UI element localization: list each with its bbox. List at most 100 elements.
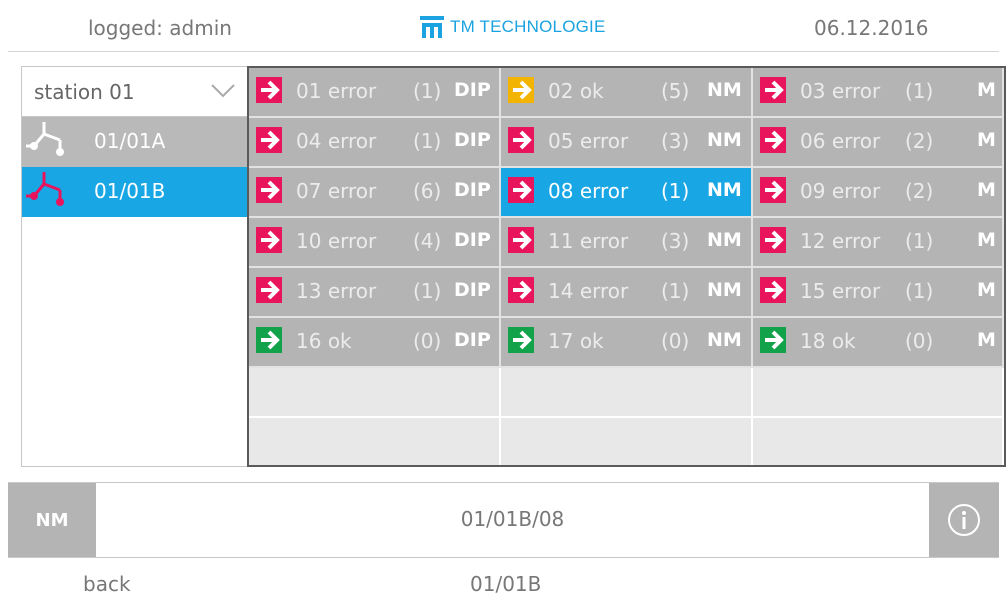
channel-count: (3) <box>661 129 690 153</box>
arrow-right-icon <box>508 127 534 153</box>
station-panel: station 01 01/01A 01/01B <box>21 66 247 467</box>
header-user: logged: admin <box>88 16 232 40</box>
brand-name: TM TECHNOLOGIE <box>450 17 606 36</box>
channel-label: 09 error <box>800 179 881 203</box>
channel-cell-09[interactable]: 09 error (2) M <box>753 168 1004 218</box>
arrow-right-icon <box>760 277 786 303</box>
channel-label: 16 ok <box>296 329 352 353</box>
channel-type: M <box>977 179 996 201</box>
channel-type: M <box>977 79 996 101</box>
channel-label: 07 error <box>296 179 377 203</box>
info-icon <box>948 504 980 536</box>
channel-cell-04[interactable]: 04 error (1) DIP <box>249 118 501 168</box>
channel-label: 13 error <box>296 279 377 303</box>
station-select[interactable]: station 01 <box>22 67 247 117</box>
channel-count: (0) <box>905 329 934 353</box>
channel-label: 04 error <box>296 129 377 153</box>
channel-cell-12[interactable]: 12 error (1) M <box>753 218 1004 268</box>
empty-cell <box>249 418 501 465</box>
channel-type: DIP <box>454 179 491 201</box>
brand-logo: TM TECHNOLOGIE <box>420 12 606 42</box>
channel-type: DIP <box>454 79 491 101</box>
channel-cell-18[interactable]: 18 ok (0) M <box>753 318 1004 368</box>
tm-logo-icon <box>420 16 444 38</box>
arrow-right-icon <box>256 177 282 203</box>
channel-count: (1) <box>905 79 934 103</box>
channel-type: NM <box>707 179 742 201</box>
channel-cell-06[interactable]: 06 error (2) M <box>753 118 1004 168</box>
empty-cell <box>249 368 501 418</box>
channel-count: (0) <box>661 329 690 353</box>
channel-cell-03[interactable]: 03 error (1) M <box>753 68 1004 118</box>
channel-grid: 01 error (1) DIP 02 ok (5) NM 03 error (1) M 04 e… <box>247 66 1006 467</box>
arrow-right-icon <box>508 277 534 303</box>
channel-label: 18 ok <box>800 329 856 353</box>
arrow-right-icon <box>760 77 786 103</box>
arrow-right-icon <box>256 77 282 103</box>
channel-cell-05[interactable]: 05 error (3) NM <box>501 118 753 168</box>
arrow-right-icon <box>760 127 786 153</box>
empty-cell <box>501 368 753 418</box>
channel-cell-07[interactable]: 07 error (6) DIP <box>249 168 501 218</box>
channel-cell-16[interactable]: 16 ok (0) DIP <box>249 318 501 368</box>
channel-count: (1) <box>661 179 690 203</box>
channel-cell-11[interactable]: 11 error (3) NM <box>501 218 753 268</box>
info-button[interactable] <box>929 483 999 557</box>
channel-type: DIP <box>454 279 491 301</box>
channel-label: 06 error <box>800 129 881 153</box>
arrow-right-icon <box>256 277 282 303</box>
detail-path: 01/01B/08 <box>460 507 565 531</box>
branch-icon <box>26 122 64 156</box>
channel-cell-02[interactable]: 02 ok (5) NM <box>501 68 753 118</box>
chevron-down-icon <box>211 84 235 98</box>
channel-label: 15 error <box>800 279 881 303</box>
arrow-right-icon <box>256 127 282 153</box>
channel-count: (1) <box>905 229 934 253</box>
channel-label: 05 error <box>548 129 629 153</box>
arrow-right-icon <box>508 227 534 253</box>
channel-cell-17[interactable]: 17 ok (0) NM <box>501 318 753 368</box>
arrow-right-icon <box>760 327 786 353</box>
detail-type-badge: NM <box>8 483 96 557</box>
channel-label: 10 error <box>296 229 377 253</box>
channel-count: (2) <box>905 179 934 203</box>
channel-cell-08[interactable]: 08 error (1) NM <box>501 168 753 218</box>
channel-type: NM <box>707 329 742 351</box>
channel-label: 12 error <box>800 229 881 253</box>
channel-type: NM <box>707 279 742 301</box>
arrow-right-icon <box>760 177 786 203</box>
channel-count: (5) <box>661 79 690 103</box>
detail-bar: NM 01/01B/08 <box>8 482 999 558</box>
channel-count: (0) <box>413 329 442 353</box>
channel-label: 02 ok <box>548 79 604 103</box>
channel-count: (1) <box>905 279 934 303</box>
channel-label: 17 ok <box>548 329 604 353</box>
channel-count: (1) <box>413 79 442 103</box>
branch-item-01-01b[interactable]: 01/01B <box>22 167 247 217</box>
channel-cell-13[interactable]: 13 error (1) DIP <box>249 268 501 318</box>
channel-label: 03 error <box>800 79 881 103</box>
channel-type: NM <box>707 79 742 101</box>
channel-type: NM <box>707 229 742 251</box>
channel-label: 11 error <box>548 229 629 253</box>
arrow-right-icon <box>508 77 534 103</box>
arrow-right-icon <box>256 327 282 353</box>
channel-cell-15[interactable]: 15 error (1) M <box>753 268 1004 318</box>
channel-type: M <box>977 329 996 351</box>
channel-count: (6) <box>413 179 442 203</box>
back-button[interactable]: back <box>83 572 131 596</box>
channel-count: (1) <box>413 279 442 303</box>
empty-cell <box>753 368 1004 418</box>
channel-type: DIP <box>454 129 491 151</box>
channel-count: (2) <box>905 129 934 153</box>
channel-type: M <box>977 229 996 251</box>
channel-count: (4) <box>413 229 442 253</box>
empty-cell <box>501 418 753 465</box>
channel-cell-14[interactable]: 14 error (1) NM <box>501 268 753 318</box>
channel-cell-01[interactable]: 01 error (1) DIP <box>249 68 501 118</box>
current-location: 01/01B <box>470 572 542 596</box>
channel-cell-10[interactable]: 10 error (4) DIP <box>249 218 501 268</box>
header-divider <box>8 51 999 52</box>
branch-item-01-01a[interactable]: 01/01A <box>22 117 247 167</box>
arrow-right-icon <box>256 227 282 253</box>
